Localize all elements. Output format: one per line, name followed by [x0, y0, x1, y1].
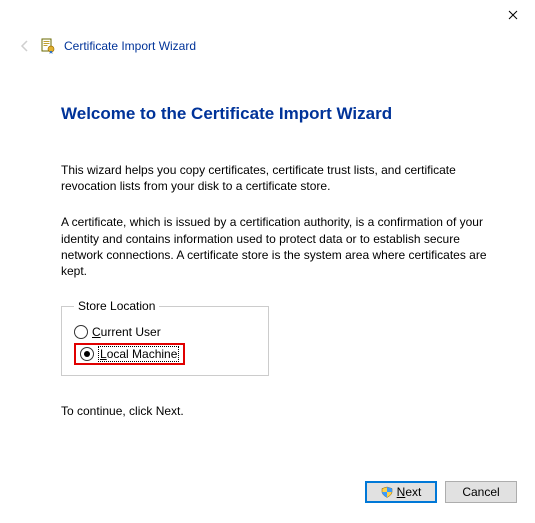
- wizard-header-title: Certificate Import Wizard: [64, 39, 196, 53]
- radio-local-machine-highlight: Local Machine: [74, 343, 185, 365]
- radio-local-machine[interactable]: Local Machine: [80, 346, 179, 362]
- continue-message: To continue, click Next.: [61, 404, 501, 418]
- radio-current-user[interactable]: Current User: [74, 325, 256, 339]
- certificate-import-wizard-window: Certificate Import Wizard Welcome to the…: [0, 0, 535, 523]
- radio-icon: [74, 325, 88, 339]
- next-button[interactable]: Next: [365, 481, 437, 503]
- description-2: A certificate, which is issued by a cert…: [61, 214, 501, 279]
- store-location-legend: Store Location: [74, 299, 159, 313]
- close-button[interactable]: [490, 0, 535, 30]
- radio-icon: [80, 347, 94, 361]
- description-1: This wizard helps you copy certificates,…: [61, 162, 501, 194]
- cancel-button-label: Cancel: [462, 485, 499, 499]
- back-button: [18, 39, 32, 53]
- radio-label: Local Machine: [98, 346, 179, 362]
- store-location-group: Store Location Current User Local Machin…: [61, 299, 269, 376]
- next-button-label: Next: [397, 485, 422, 499]
- back-arrow-icon: [18, 39, 32, 53]
- radio-label: Current User: [92, 325, 161, 339]
- close-icon: [508, 10, 518, 20]
- wizard-header: Certificate Import Wizard: [18, 38, 196, 54]
- page-title: Welcome to the Certificate Import Wizard: [61, 104, 501, 124]
- certificate-wizard-icon: [40, 38, 56, 54]
- uac-shield-icon: [381, 486, 393, 498]
- wizard-content: Welcome to the Certificate Import Wizard…: [61, 104, 501, 430]
- cancel-button[interactable]: Cancel: [445, 481, 517, 503]
- titlebar: [0, 0, 535, 36]
- wizard-buttons: Next Cancel: [365, 481, 517, 503]
